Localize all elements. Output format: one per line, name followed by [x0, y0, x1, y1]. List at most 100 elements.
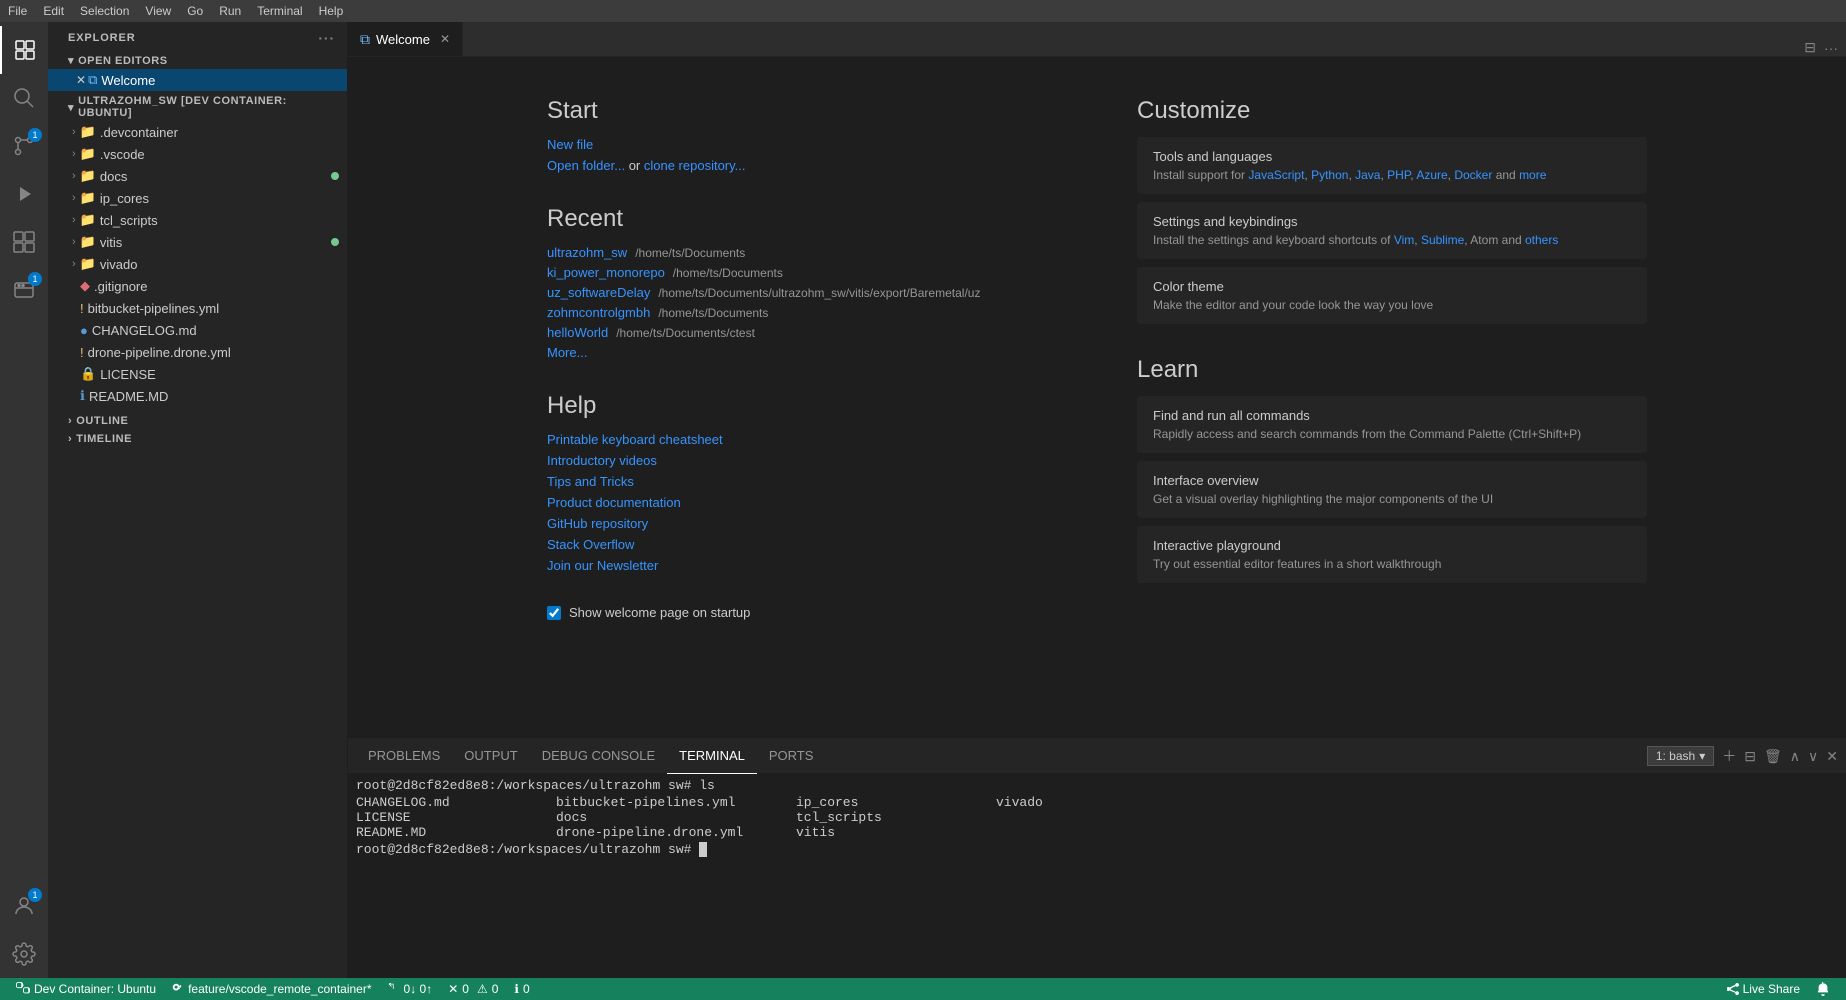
file-item-vitis[interactable]: › 📁 vitis	[48, 231, 347, 253]
panel-tab-ports[interactable]: PORTS	[757, 739, 826, 774]
file-item-ip-cores[interactable]: › 📁 ip_cores	[48, 187, 347, 209]
show-welcome-checkbox[interactable]	[547, 606, 561, 620]
chevron-down-icon-workspace: ▾	[68, 101, 74, 114]
recent-item-link-2[interactable]: uz_softwareDelay	[547, 285, 650, 300]
open-editor-filename: Welcome	[101, 73, 155, 88]
activity-bar: 1 1 1	[0, 22, 48, 978]
file-item-readme[interactable]: ℹ README.MD	[48, 385, 347, 407]
split-terminal-icon[interactable]: ⊟	[1744, 748, 1756, 765]
close-tab-icon[interactable]: ✕	[440, 32, 450, 46]
add-terminal-icon[interactable]: ＋	[1722, 746, 1736, 766]
file-item-vivado[interactable]: › 📁 vivado	[48, 253, 347, 275]
learn-card-2[interactable]: Interactive playground Try out essential…	[1137, 526, 1647, 583]
customize-card-0[interactable]: Tools and languages Install support for …	[1137, 137, 1647, 194]
run-debug-icon[interactable]	[0, 170, 48, 218]
new-file-link[interactable]: New file	[547, 137, 1057, 152]
file-item-drone[interactable]: ! drone-pipeline.drone.yml	[48, 341, 347, 363]
lock-icon: 🔒	[80, 366, 96, 382]
chevron-down-icon-panel[interactable]: ∨	[1808, 748, 1818, 765]
warning-icon-drone: !	[80, 345, 84, 360]
menu-go[interactable]: Go	[187, 4, 203, 18]
chevron-right-icon-timeline: ›	[68, 433, 72, 445]
help-link-4[interactable]: GitHub repository	[547, 516, 1057, 531]
more-recent-link[interactable]: More...	[547, 345, 1057, 360]
source-control-icon[interactable]: 1	[0, 122, 48, 170]
help-link-2[interactable]: Tips and Tricks	[547, 474, 1057, 489]
panel-tab-terminal[interactable]: TERMINAL	[667, 739, 757, 774]
file-item-bitbucket[interactable]: ! bitbucket-pipelines.yml	[48, 297, 347, 319]
workspace-label[interactable]: ▾ ULTRAZOHM_SW [DEV CONTAINER: UBUNTU]	[48, 91, 347, 121]
help-section: Help Printable keyboard cheatsheet Intro…	[547, 392, 1057, 573]
panel-tab-output[interactable]: OUTPUT	[452, 739, 529, 774]
customize-card-1-title: Settings and keybindings	[1153, 214, 1631, 229]
menu-view[interactable]: View	[145, 4, 171, 18]
recent-item-path-2: /home/ts/Documents/ultrazohm_sw/vitis/ex…	[658, 286, 980, 300]
help-link-5[interactable]: Stack Overflow	[547, 537, 1057, 552]
branch-status-item[interactable]: feature/vscode_remote_container*	[164, 978, 379, 1000]
file-item-vscode[interactable]: › 📁 .vscode	[48, 143, 347, 165]
open-editors-label[interactable]: ▾ Open Editors	[48, 50, 347, 69]
menu-selection[interactable]: Selection	[80, 4, 129, 18]
help-link-6[interactable]: Join our Newsletter	[547, 558, 1057, 573]
menu-terminal[interactable]: Terminal	[257, 4, 302, 18]
show-welcome-label[interactable]: Show welcome page on startup	[569, 605, 750, 620]
file-item-gitignore[interactable]: ◆ .gitignore	[48, 275, 347, 297]
panel-tab-debug-console[interactable]: DEBUG CONSOLE	[530, 739, 667, 774]
close-panel-icon[interactable]: ✕	[1826, 748, 1838, 765]
recent-item-link-4[interactable]: helloWorld	[547, 325, 608, 340]
live-share-label: Live Share	[1743, 982, 1800, 996]
customize-card-1[interactable]: Settings and keybindings Install the set…	[1137, 202, 1647, 259]
learn-card-0[interactable]: Find and run all commands Rapidly access…	[1137, 396, 1647, 453]
settings-icon[interactable]	[0, 930, 48, 978]
accounts-icon[interactable]: 1	[0, 882, 48, 930]
file-item-changelog[interactable]: ● CHANGELOG.md	[48, 319, 347, 341]
folder-icon: 📁	[80, 190, 96, 206]
file-item-license[interactable]: 🔒 LICENSE	[48, 363, 347, 385]
menu-file[interactable]: File	[8, 4, 27, 18]
outline-label[interactable]: › Outline	[48, 411, 347, 429]
open-editors-item[interactable]: ✕ ⧉ Welcome	[48, 69, 347, 91]
delete-terminal-icon[interactable]: 🗑	[1764, 748, 1782, 765]
file-item-tcl-scripts[interactable]: › 📁 tcl_scripts	[48, 209, 347, 231]
sidebar-more-icon[interactable]: ···	[318, 30, 335, 46]
info-status-item[interactable]: ℹ 0	[506, 978, 537, 1000]
panel-tab-problems[interactable]: PROBLEMS	[356, 739, 452, 774]
menu-edit[interactable]: Edit	[43, 4, 64, 18]
bell-status-item[interactable]	[1808, 978, 1838, 1000]
customize-card-2[interactable]: Color theme Make the editor and your cod…	[1137, 267, 1647, 324]
tab-welcome[interactable]: ⧉ Welcome ✕	[348, 22, 463, 56]
recent-item-link-3[interactable]: zohmcontrolgmbh	[547, 305, 650, 320]
timeline-label[interactable]: › Timeline	[48, 429, 347, 447]
close-icon[interactable]: ✕	[76, 73, 86, 87]
learn-card-1[interactable]: Interface overview Get a visual overlay …	[1137, 461, 1647, 518]
menu-run[interactable]: Run	[219, 4, 241, 18]
bash-selector[interactable]: 1: bash ▾	[1647, 746, 1714, 766]
file-item-devcontainer[interactable]: › 📁 .devcontainer	[48, 121, 347, 143]
file-item-docs[interactable]: › 📁 docs	[48, 165, 347, 187]
info-icon-status: ℹ	[514, 982, 519, 996]
learn-card-0-title: Find and run all commands	[1153, 408, 1631, 423]
search-icon[interactable]	[0, 74, 48, 122]
menu-help[interactable]: Help	[319, 4, 344, 18]
help-link-3[interactable]: Product documentation	[547, 495, 1057, 510]
chevron-up-icon[interactable]: ∧	[1790, 748, 1800, 765]
help-link-0[interactable]: Printable keyboard cheatsheet	[547, 432, 1057, 447]
terminal-content[interactable]: root@2d8cf82ed8e8:/workspaces/ultrazohm …	[348, 774, 1846, 978]
split-editor-icon[interactable]: ⊟	[1804, 39, 1816, 56]
live-share-status-item[interactable]: Live Share	[1719, 978, 1808, 1000]
recent-item-link-0[interactable]: ultrazohm_sw	[547, 245, 627, 260]
sync-status-item[interactable]: 0↓ 0↑	[380, 978, 441, 1000]
help-link-1[interactable]: Introductory videos	[547, 453, 1057, 468]
recent-item-path-1: /home/ts/Documents	[673, 266, 783, 280]
explorer-icon[interactable]	[0, 26, 48, 74]
more-actions-icon[interactable]: ···	[1824, 40, 1838, 56]
clone-repository-link[interactable]: clone repository...	[644, 158, 746, 173]
remote-explorer-icon[interactable]: 1	[0, 266, 48, 314]
learn-card-2-title: Interactive playground	[1153, 538, 1631, 553]
open-folder-link[interactable]: Open folder...	[547, 158, 625, 173]
errors-status-item[interactable]: ✕ 0 ⚠ 0	[440, 978, 506, 1000]
extensions-icon[interactable]	[0, 218, 48, 266]
recent-item-link-1[interactable]: ki_power_monorepo	[547, 265, 665, 280]
remote-status-item[interactable]: Dev Container: Ubuntu	[8, 978, 164, 1000]
folder-icon: 📁	[80, 234, 96, 250]
